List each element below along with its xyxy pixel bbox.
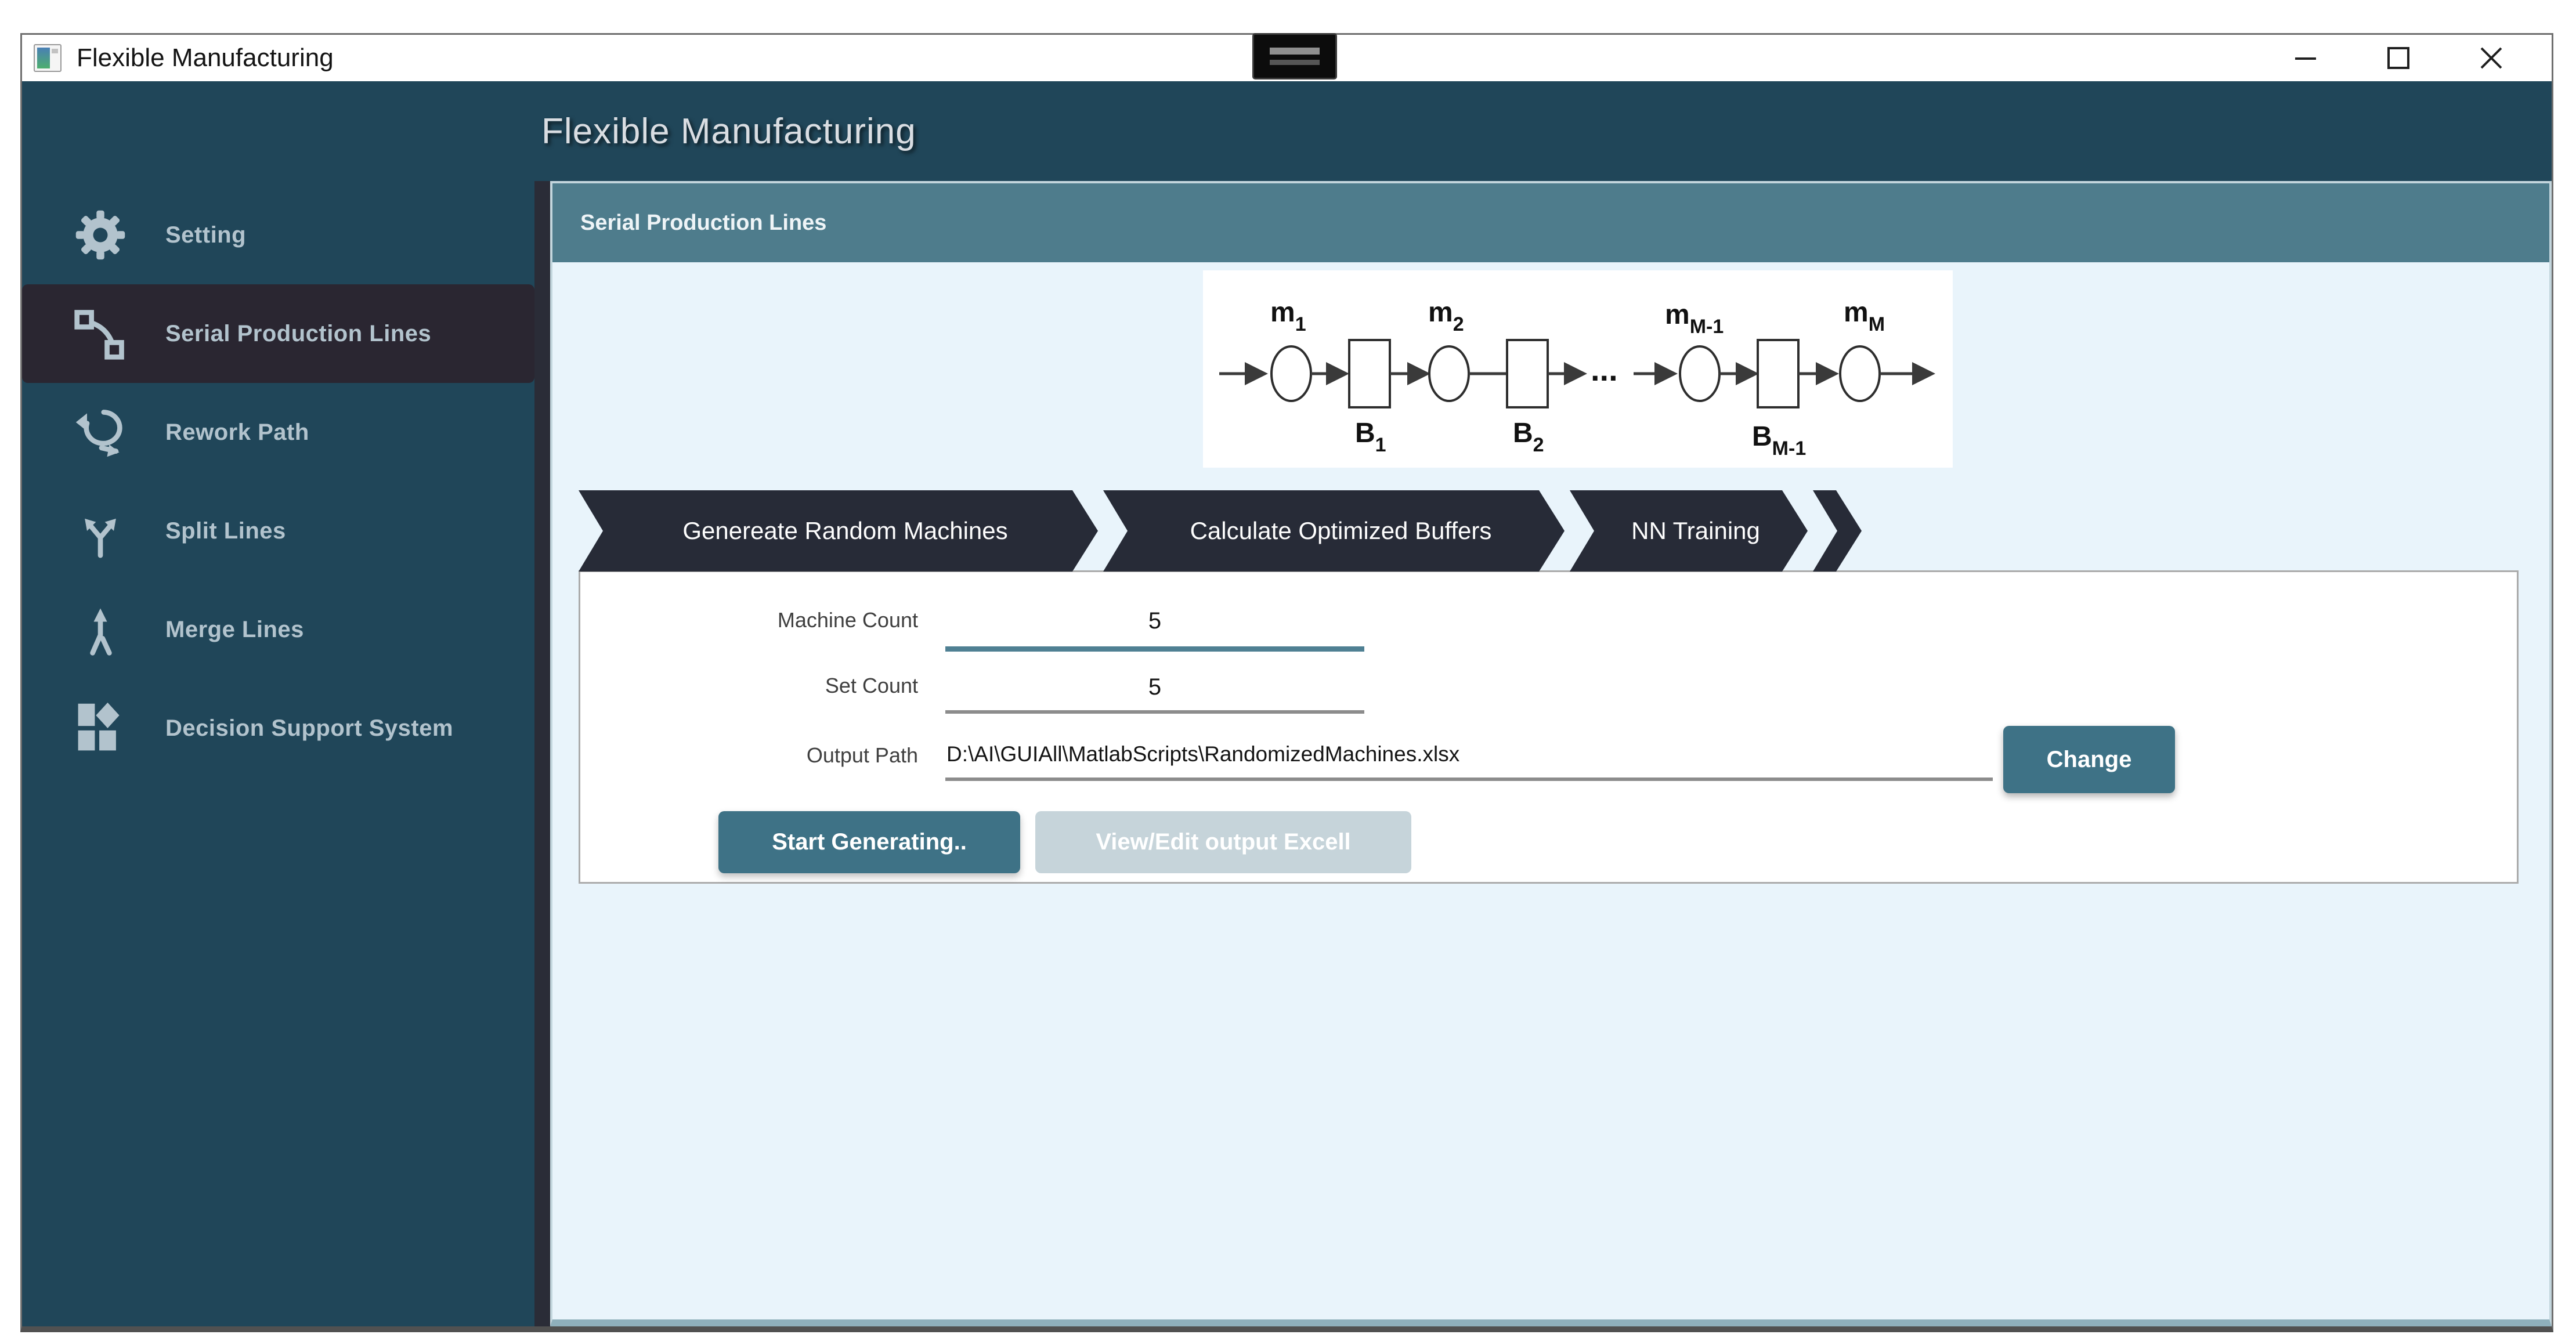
sidebar-item-decision-support-system[interactable]: Decision Support System (22, 679, 534, 778)
workflow-tabs: Genereate Random Machines Calculate Opti… (579, 490, 1862, 572)
sidebar-item-merge-lines[interactable]: Merge Lines (22, 580, 534, 679)
machine-label: mM (1844, 297, 1885, 335)
sidebar: Setting Serial Production Lines (22, 181, 534, 1326)
machine-count-input[interactable] (945, 595, 1364, 652)
machine-count-label: Machine Count (580, 608, 918, 632)
app-header: Flexible Manufacturing (22, 81, 2552, 181)
tab-stub (1813, 490, 1862, 572)
diagram-dots: ... (1591, 351, 1618, 388)
blocks-diamond-icon (71, 699, 129, 757)
buffer-label: BM-1 (1752, 421, 1806, 460)
panel-title: Serial Production Lines (580, 211, 826, 236)
app-root: Flexible Manufacturing (22, 81, 2552, 1326)
sidebar-item-serial-production-lines[interactable]: Serial Production Lines (22, 284, 534, 383)
tab-label: Genereate Random Machines (682, 517, 1007, 545)
set-count-label: Set Count (580, 674, 918, 698)
maximize-icon (2386, 45, 2411, 71)
screen-widget (1252, 33, 1337, 79)
tab-nn-training[interactable]: NN Training (1570, 490, 1808, 572)
output-path-input[interactable] (945, 731, 1993, 781)
generate-machines-form: Machine Count Set Count Output Path Chan… (579, 570, 2519, 884)
sidebar-item-split-lines[interactable]: Split Lines (22, 482, 534, 580)
buffer-label: B2 (1513, 418, 1544, 456)
screen-widget-bar (1270, 48, 1320, 55)
close-button[interactable] (2445, 35, 2538, 81)
sidebar-item-rework-path[interactable]: Rework Path (22, 383, 534, 482)
view-edit-excel-button[interactable]: View/Edit output Excell (1035, 811, 1411, 873)
sidebar-item-label: Rework Path (165, 420, 309, 446)
tab-generate-random-machines[interactable]: Genereate Random Machines (579, 490, 1098, 572)
sidebar-item-label: Serial Production Lines (165, 321, 431, 347)
minimize-icon (2293, 45, 2318, 71)
app-icon (34, 44, 62, 72)
tab-calculate-optimized-buffers[interactable]: Calculate Optimized Buffers (1103, 490, 1565, 572)
maximize-button[interactable] (2352, 35, 2445, 81)
diagram-flow-lines (1219, 340, 1930, 407)
window-title: Flexible Manufacturing (77, 44, 334, 73)
start-generating-button[interactable]: Start Generating.. (718, 811, 1020, 873)
close-icon (2478, 45, 2505, 71)
minimize-button[interactable] (2259, 35, 2352, 81)
gear-icon (71, 206, 129, 264)
panel-shadow (534, 181, 550, 1326)
app-icon-panel (52, 48, 58, 68)
page-title: Flexible Manufacturing (541, 111, 916, 152)
main-panel: Serial Production Lines (550, 181, 2552, 1326)
app-window: Flexible Manufacturing (20, 33, 2553, 1332)
output-path-label: Output Path (580, 743, 918, 768)
sidebar-item-setting[interactable]: Setting (22, 186, 534, 284)
panel-header: Serial Production Lines (552, 183, 2549, 262)
rework-loop-icon (71, 403, 129, 461)
machine-label: m2 (1428, 297, 1464, 335)
set-count-input[interactable] (945, 664, 1364, 714)
sidebar-item-label: Merge Lines (165, 617, 304, 643)
split-arrows-icon (71, 502, 129, 560)
tab-label: Calculate Optimized Buffers (1190, 517, 1492, 545)
app-icon-chart (37, 48, 50, 68)
sidebar-item-label: Decision Support System (165, 715, 453, 742)
app-body: Setting Serial Production Lines (22, 181, 2552, 1326)
sidebar-item-label: Split Lines (165, 518, 286, 544)
screen-widget-bar (1270, 60, 1320, 65)
desktop-background: Flexible Manufacturing (0, 0, 2576, 1338)
change-path-button[interactable]: Change (2003, 726, 2175, 793)
sidebar-item-label: Setting (165, 222, 246, 248)
machine-label: mM-1 (1665, 299, 1724, 338)
buffer-label: B1 (1355, 418, 1386, 456)
tab-label: NN Training (1631, 517, 1760, 545)
serial-line-diagram: ... m1 m2 mM-1 mM B1 B2 BM-1 (1203, 270, 1953, 468)
merge-arrows-icon (71, 601, 129, 659)
machine-label: m1 (1270, 297, 1306, 335)
panel-content: ... m1 m2 mM-1 mM B1 B2 BM-1 (552, 262, 2549, 1319)
window-controls (2259, 35, 2538, 81)
path-curve-icon (71, 305, 129, 363)
